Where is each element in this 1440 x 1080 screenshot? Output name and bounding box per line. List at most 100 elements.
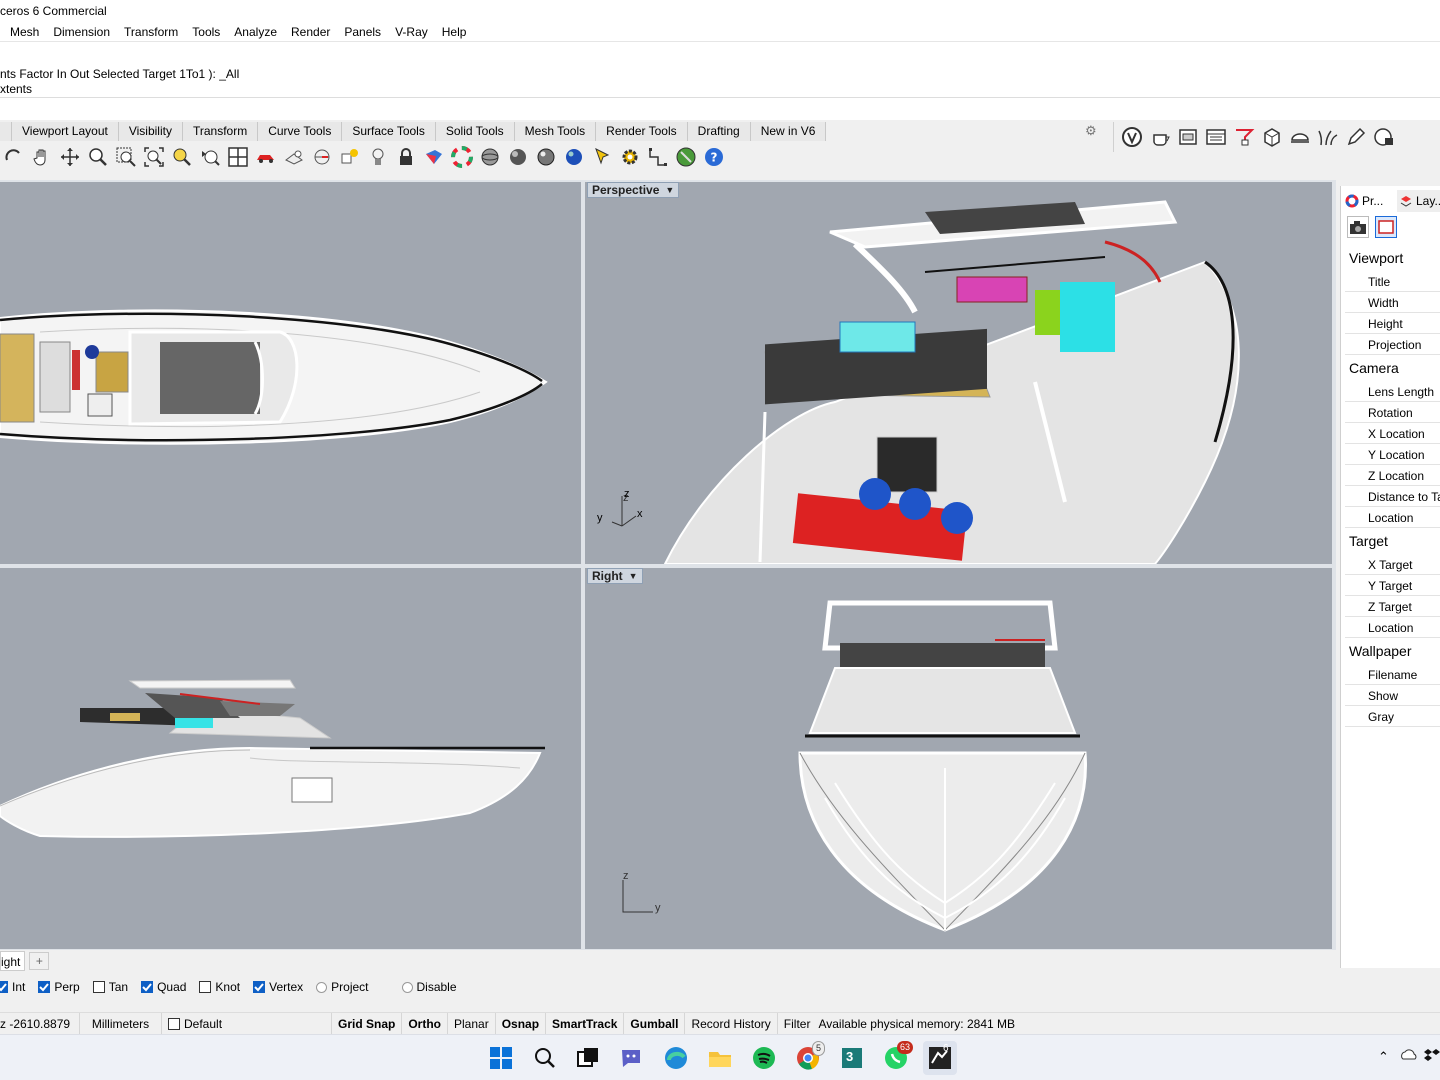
color-wheel-icon[interactable] xyxy=(448,143,476,171)
grass-icon[interactable] xyxy=(1314,123,1342,151)
viewport-label-perspective[interactable]: Perspective ▼ xyxy=(587,182,680,198)
chevron-down-icon[interactable]: ▼ xyxy=(665,185,674,195)
osnap-toggle[interactable]: Osnap xyxy=(496,1012,547,1035)
asset-editor-icon[interactable] xyxy=(1202,123,1230,151)
rhino-app-icon[interactable]: 6 xyxy=(923,1041,957,1075)
viewport-front[interactable] xyxy=(0,568,581,949)
menu-dimension[interactable]: Dimension xyxy=(46,25,117,39)
tab-solid-tools[interactable]: Solid Tools xyxy=(435,122,515,141)
menu-render[interactable]: Render xyxy=(284,25,337,39)
menu-tools[interactable]: Tools xyxy=(185,25,227,39)
bucket-icon[interactable] xyxy=(420,143,448,171)
cursor-icon[interactable] xyxy=(588,143,616,171)
prop-height[interactable]: Height xyxy=(1345,313,1440,334)
osnap-vertex[interactable]: Vertex xyxy=(253,980,303,994)
named-views-icon[interactable] xyxy=(280,143,308,171)
camera-icon[interactable] xyxy=(1347,216,1369,238)
rotate-view-icon[interactable] xyxy=(0,143,28,171)
teams-chat-icon[interactable] xyxy=(615,1041,649,1075)
prop-z-target[interactable]: Z Target xyxy=(1345,596,1440,617)
onedrive-icon[interactable] xyxy=(1400,1047,1418,1064)
move-view-icon[interactable] xyxy=(56,143,84,171)
checkbox-checked-icon[interactable] xyxy=(38,981,51,993)
tab-surface-tools[interactable]: Surface Tools xyxy=(342,122,436,141)
tab-curve-tools[interactable]: Curve Tools xyxy=(258,122,343,141)
smarttrack-toggle[interactable]: SmartTrack xyxy=(546,1012,625,1035)
checkbox-checked-icon[interactable] xyxy=(141,981,154,993)
menu-mesh[interactable]: Mesh xyxy=(0,25,46,39)
prop-lens-length[interactable]: Lens Length xyxy=(1345,381,1440,402)
prop-target-location[interactable]: Location xyxy=(1345,617,1440,638)
frame-buffer-icon[interactable] xyxy=(1174,123,1202,151)
osnap-project[interactable]: Project xyxy=(316,980,369,994)
tab-transform[interactable]: Transform xyxy=(182,122,259,141)
viewport-label-right[interactable]: Right ▼ xyxy=(587,568,643,584)
prop-y-location[interactable]: Y Location xyxy=(1345,444,1440,465)
tab-viewport-layout[interactable]: Viewport Layout xyxy=(12,122,119,141)
prop-y-target[interactable]: Y Target xyxy=(1345,575,1440,596)
box-icon[interactable] xyxy=(1258,123,1286,151)
osnap-tan[interactable]: Tan xyxy=(92,980,128,994)
undo-view-icon[interactable] xyxy=(196,143,224,171)
menu-vray[interactable]: V-Ray xyxy=(388,25,435,39)
record-history-toggle[interactable]: Record History xyxy=(685,1012,778,1035)
prop-title[interactable]: Title xyxy=(1345,271,1440,292)
prop-gray[interactable]: Gray xyxy=(1345,706,1440,727)
light-gen-icon[interactable] xyxy=(1286,123,1314,151)
checkbox-checked-icon[interactable] xyxy=(253,981,266,993)
help-icon[interactable]: ? xyxy=(700,143,728,171)
pencil-icon[interactable] xyxy=(1342,123,1370,151)
command-prompt[interactable] xyxy=(0,98,1440,120)
chevron-down-icon[interactable]: ▼ xyxy=(629,571,638,581)
tray-chevron-up-icon[interactable]: ⌃ xyxy=(1378,1049,1389,1065)
planar-toggle[interactable]: Planar xyxy=(448,1012,496,1035)
interactive-render-icon[interactable] xyxy=(1230,123,1258,151)
toolbar-settings-gear-icon[interactable]: ⚙ xyxy=(1085,123,1097,139)
osnap-perp[interactable]: Perp xyxy=(38,980,80,994)
osnap-knot[interactable]: Knot xyxy=(199,980,240,994)
lock-render-icon[interactable] xyxy=(1370,123,1398,151)
osnap-int[interactable]: Int xyxy=(0,980,25,994)
prop-distance-to-target[interactable]: Distance to Ta xyxy=(1345,486,1440,507)
radio-icon[interactable] xyxy=(401,981,413,993)
sun-icon[interactable] xyxy=(336,143,364,171)
lock-icon[interactable] xyxy=(392,143,420,171)
add-viewport-tab-button[interactable]: + xyxy=(29,952,50,970)
prop-camera-location[interactable]: Location xyxy=(1345,507,1440,528)
car-icon[interactable] xyxy=(252,143,280,171)
prop-z-location[interactable]: Z Location xyxy=(1345,465,1440,486)
edge-browser-icon[interactable] xyxy=(659,1041,693,1075)
clipping-plane-icon[interactable] xyxy=(308,143,336,171)
menu-transform[interactable]: Transform xyxy=(117,25,185,39)
search-icon[interactable] xyxy=(528,1041,562,1075)
light-bulb-icon[interactable] xyxy=(364,143,392,171)
tab-mesh-tools[interactable]: Mesh Tools xyxy=(514,122,597,141)
zoom-window-icon[interactable] xyxy=(112,143,140,171)
prop-rotation[interactable]: Rotation xyxy=(1345,402,1440,423)
pan-hand-icon[interactable] xyxy=(28,143,56,171)
viewport-perspective[interactable]: z Perspective ▼ xyxy=(585,182,1332,564)
tab-render-tools[interactable]: Render Tools xyxy=(596,122,688,141)
zoom-extents-icon[interactable] xyxy=(140,143,168,171)
checkbox-unchecked-icon[interactable] xyxy=(92,981,105,993)
prop-x-target[interactable]: X Target xyxy=(1345,554,1440,575)
filter-toggle[interactable]: Filter xyxy=(778,1013,817,1035)
globe-icon[interactable] xyxy=(672,143,700,171)
tab-properties[interactable]: Pr... xyxy=(1345,190,1383,212)
prop-filename[interactable]: Filename xyxy=(1345,664,1440,685)
spotify-icon[interactable] xyxy=(747,1041,781,1075)
gear-icon[interactable] xyxy=(616,143,644,171)
prop-show[interactable]: Show xyxy=(1345,685,1440,706)
gumball-toggle[interactable]: Gumball xyxy=(624,1012,686,1035)
dropbox-icon[interactable] xyxy=(1424,1047,1440,1066)
osnap-disable[interactable]: Disable xyxy=(401,980,457,994)
wireframe-sphere-icon[interactable] xyxy=(476,143,504,171)
radio-icon[interactable] xyxy=(316,981,328,993)
dimension-icon[interactable] xyxy=(644,143,672,171)
viewport-top[interactable] xyxy=(0,182,581,564)
prop-x-location[interactable]: X Location xyxy=(1345,423,1440,444)
menu-help[interactable]: Help xyxy=(435,25,474,39)
zoom-icon[interactable] xyxy=(84,143,112,171)
tab-visibility[interactable]: Visibility xyxy=(118,122,183,141)
prop-width[interactable]: Width xyxy=(1345,292,1440,313)
